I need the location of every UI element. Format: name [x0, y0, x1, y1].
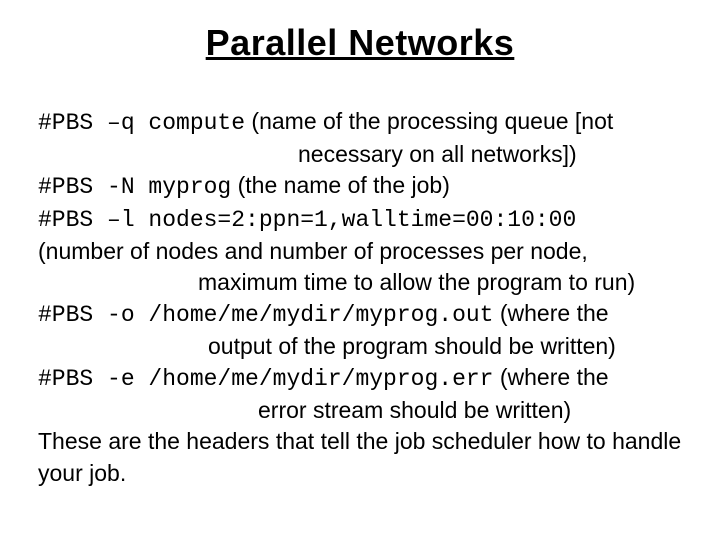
line-2: necessary on all networks]): [38, 139, 682, 170]
text-pbs-o-desc-1: (where the: [493, 300, 608, 326]
code-pbs-l: #PBS –l nodes=2:ppn=1,walltime=00:10:00: [38, 207, 576, 233]
line-8: output of the program should be written): [38, 331, 682, 362]
code-pbs-e: #PBS -e /home/me/mydir/myprog.err: [38, 366, 493, 392]
text-pbs-q-desc-1: (name of the processing queue [not: [245, 108, 613, 134]
text-pbs-e-desc-1: (where the: [493, 364, 608, 390]
line-9: #PBS -e /home/me/mydir/myprog.err (where…: [38, 362, 682, 395]
code-pbs-n: #PBS -N myprog: [38, 174, 231, 200]
line-10: error stream should be written): [38, 395, 682, 426]
line-7: #PBS -o /home/me/mydir/myprog.out (where…: [38, 298, 682, 331]
line-6: maximum time to allow the program to run…: [38, 267, 682, 298]
line-4: #PBS –l nodes=2:ppn=1,walltime=00:10:00: [38, 203, 682, 236]
slide-title: Parallel Networks: [38, 22, 682, 64]
text-pbs-n-desc: (the name of the job): [231, 172, 450, 198]
code-pbs-q: #PBS –q compute: [38, 110, 245, 136]
line-11: These are the headers that tell the job …: [38, 426, 682, 488]
line-3: #PBS -N myprog (the name of the job): [38, 170, 682, 203]
line-5: (number of nodes and number of processes…: [38, 236, 682, 267]
code-pbs-o: #PBS -o /home/me/mydir/myprog.out: [38, 302, 493, 328]
slide-body: #PBS –q compute (name of the processing …: [38, 106, 682, 489]
slide: Parallel Networks #PBS –q compute (name …: [0, 0, 720, 540]
line-1: #PBS –q compute (name of the processing …: [38, 106, 682, 139]
